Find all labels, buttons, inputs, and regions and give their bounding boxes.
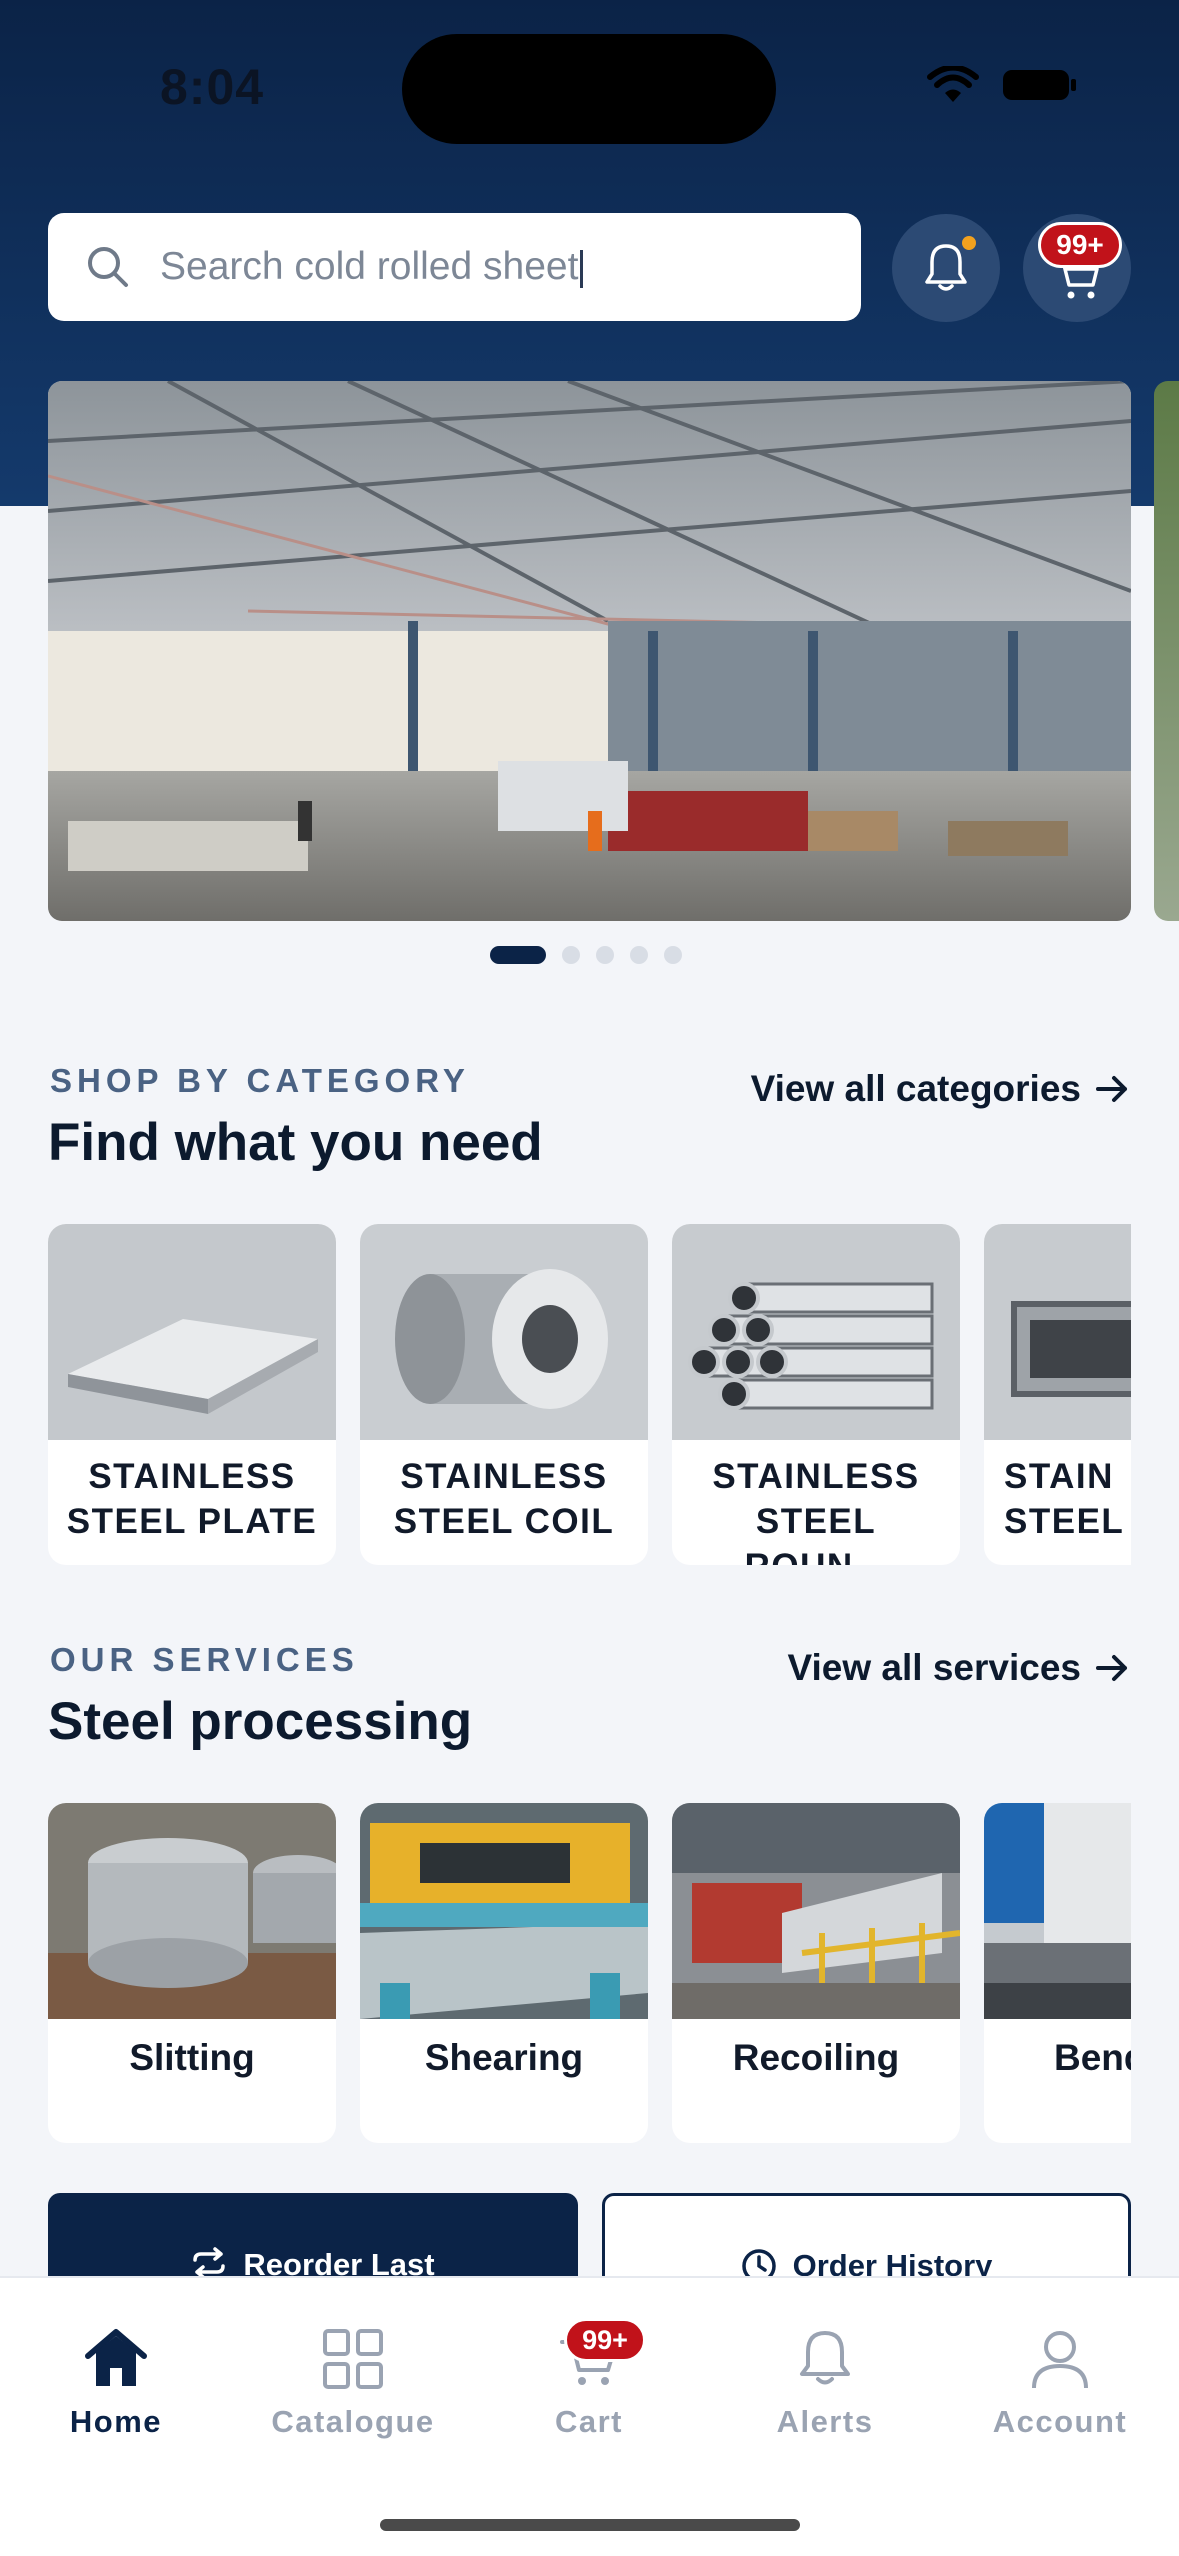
carousel-dot[interactable]: [596, 946, 614, 964]
view-all-categories-link[interactable]: View all categories: [751, 1068, 1129, 1110]
banner-image[interactable]: [48, 381, 1131, 921]
category-card-round-bar[interactable]: STAINLESSSTEEL ROUN...: [672, 1224, 960, 1565]
view-all-services-link[interactable]: View all services: [788, 1647, 1130, 1689]
tab-label: Home: [69, 2404, 163, 2439]
view-all-categories-label: View all categories: [750, 1068, 1081, 1109]
carousel-dot[interactable]: [562, 946, 580, 964]
tab-catalogue[interactable]: Catalogue: [253, 2328, 453, 2440]
services-title: Steel processing: [48, 1692, 473, 1751]
tab-home[interactable]: Home: [16, 2328, 216, 2440]
cart-count-badge: 99+: [1038, 222, 1122, 268]
category-label: STAINSTEEL I: [1004, 1457, 1131, 1541]
arrow-right-icon: [1096, 1655, 1127, 1681]
home-icon: [85, 2329, 147, 2386]
carousel-dot[interactable]: [490, 946, 546, 964]
tab-account[interactable]: Account: [960, 2328, 1160, 2440]
recoiling-image: [672, 1803, 960, 2019]
categories-title: Find what you need: [48, 1113, 543, 1172]
service-card-slitting[interactable]: Slitting: [48, 1803, 336, 2143]
service-label: Shearing: [424, 2037, 584, 2078]
notification-dot: [962, 236, 976, 250]
category-label: STAINLESS STEEL COIL: [393, 1457, 615, 1541]
round-bar-image: [672, 1224, 960, 1440]
next-banner-peek: [1154, 381, 1179, 921]
tab-label: Cart: [554, 2404, 623, 2439]
service-label: Slitting: [129, 2037, 255, 2078]
category-label: STAINLESSSTEEL ROUN...: [712, 1457, 920, 1565]
services-row: Slitting Shearing Recoiling Ben: [48, 1803, 1131, 2148]
service-label: Recoiling: [732, 2037, 900, 2078]
service-label: Bend: [1054, 2037, 1131, 2078]
bell-icon: [925, 244, 967, 291]
service-card-partial[interactable]: Bend: [984, 1803, 1131, 2143]
bell-icon: [800, 2331, 850, 2385]
carousel-indicator: [490, 946, 682, 964]
battery-icon: [1003, 70, 1076, 100]
service-card-shearing[interactable]: Shearing: [360, 1803, 648, 2143]
tab-alerts[interactable]: Alerts: [725, 2328, 925, 2440]
home-indicator[interactable]: [380, 2519, 800, 2531]
tab-label: Catalogue: [271, 2404, 435, 2439]
status-icons: [927, 66, 1079, 104]
carousel-dot[interactable]: [664, 946, 682, 964]
tab-label: Account: [992, 2404, 1128, 2439]
plate-image: [48, 1224, 336, 1440]
category-card-partial[interactable]: STAINSTEEL I: [984, 1224, 1131, 1565]
service-card-recoiling[interactable]: Recoiling: [672, 1803, 960, 2143]
categories-row: STAINLESS STEEL PLATE STAINLESS STEEL COIL: [48, 1224, 1131, 1569]
warehouse-image: [48, 381, 1131, 921]
category-card-plate[interactable]: STAINLESS STEEL PLATE: [48, 1224, 336, 1565]
repeat-icon: [193, 2247, 226, 2279]
search-bar[interactable]: Search cold rolled sheet: [48, 213, 861, 321]
coil-image: [360, 1224, 648, 1440]
search-input[interactable]: Search cold rolled sheet: [160, 245, 584, 289]
slitting-image: [48, 1803, 336, 2019]
categories-eyebrow: SHOP BY CATEGORY: [50, 1062, 470, 1099]
view-all-services-label: View all services: [787, 1647, 1082, 1688]
services-eyebrow: OUR SERVICES: [50, 1641, 359, 1678]
search-icon: [88, 247, 128, 287]
wifi-icon: [927, 66, 979, 102]
tab-cart-badge: 99+: [564, 2318, 646, 2362]
tube-image: [984, 1224, 1131, 1440]
shearing-image: [360, 1803, 648, 2019]
notification-button[interactable]: [892, 214, 1000, 322]
status-time: 8:04: [160, 59, 265, 115]
tab-label: Alerts: [776, 2404, 874, 2439]
bending-image: [984, 1803, 1131, 2019]
grid-icon: [323, 2329, 383, 2389]
arrow-right-icon: [1096, 1076, 1127, 1102]
category-label: STAINLESS STEEL PLATE: [66, 1457, 318, 1541]
dynamic-island: [402, 34, 776, 144]
carousel-dot[interactable]: [630, 946, 648, 964]
category-card-coil[interactable]: STAINLESS STEEL COIL: [360, 1224, 648, 1565]
user-icon: [1032, 2331, 1088, 2389]
